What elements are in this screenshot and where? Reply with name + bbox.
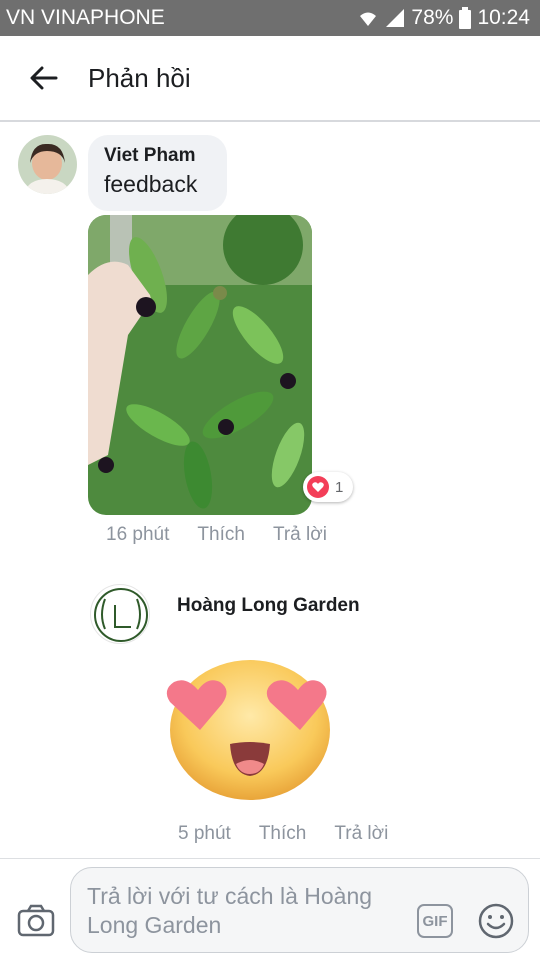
comment-time[interactable]: 16 phút (106, 524, 169, 546)
gif-button[interactable]: GIF (417, 904, 453, 938)
comment-photo[interactable] (88, 215, 312, 515)
comment-actions: 16 phút Thích Trả lời (106, 524, 327, 546)
comment-text: feedback (104, 171, 198, 197)
love-reaction-icon (307, 476, 329, 498)
app-header: Phản hồi (0, 36, 540, 122)
page-avatar[interactable] (90, 584, 150, 644)
comment-author[interactable]: Viet Pham (104, 145, 211, 167)
reply-button[interactable]: Trả lời (273, 524, 327, 546)
garden-logo-icon (94, 588, 148, 642)
clock: 10:24 (477, 6, 530, 29)
status-icons: 78% 10:24 (357, 6, 530, 30)
comment-actions: 5 phút Thích Trả lời (178, 823, 388, 845)
arrow-left-icon (30, 66, 58, 90)
wifi-icon (360, 12, 377, 26)
battery-icon (459, 7, 472, 29)
emoji-button[interactable] (477, 902, 515, 940)
heart-eyes-emoji-icon (166, 660, 330, 800)
comment-author[interactable]: Hoàng Long Garden (177, 595, 360, 617)
status-bar: VN VINAPHONE 78% 10:24 (0, 0, 540, 36)
comment-bubble[interactable]: Viet Pham feedback (88, 135, 227, 211)
reply-button[interactable]: Trả lời (334, 823, 388, 845)
comment-time[interactable]: 5 phút (178, 823, 231, 845)
reply-composer: Trả lời với tư cách là Hoàng Long Garden… (0, 858, 540, 960)
carrier-name: VN VINAPHONE (6, 6, 165, 29)
smiley-icon (478, 903, 514, 939)
like-button[interactable]: Thích (197, 524, 245, 546)
signal-icon (386, 9, 405, 27)
like-button[interactable]: Thích (259, 823, 307, 845)
reaction-count: 1 (335, 478, 344, 496)
reaction-badge[interactable]: 1 (303, 472, 353, 502)
comment-thread[interactable]: Viet Pham feedback 1 16 phút Thích Trả l… (0, 124, 540, 858)
back-button[interactable] (24, 58, 64, 98)
reply-input[interactable]: Trả lời với tư cách là Hoàng Long Garden… (70, 867, 529, 953)
page-title: Phản hồi (88, 62, 191, 93)
heart-eyes-sticker[interactable] (160, 652, 340, 802)
avatar[interactable] (18, 135, 77, 194)
camera-button[interactable] (16, 901, 56, 941)
reply-input-placeholder[interactable]: Trả lời với tư cách là Hoàng Long Garden (87, 882, 407, 940)
battery-percent: 78% (411, 6, 454, 29)
camera-icon (17, 904, 55, 937)
